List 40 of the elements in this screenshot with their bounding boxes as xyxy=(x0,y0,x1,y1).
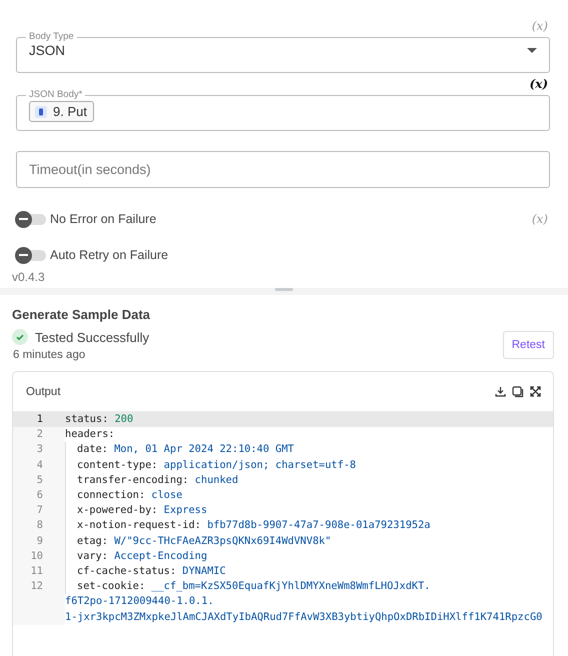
line-number: 7 xyxy=(13,503,65,518)
variable-toggle[interactable]: (x) xyxy=(529,77,548,91)
variable-chip[interactable]: 9. Put xyxy=(29,101,94,122)
step-icon xyxy=(35,106,47,118)
download-icon[interactable] xyxy=(495,386,506,397)
line-number: 8 xyxy=(13,518,65,534)
line-number: 12 xyxy=(13,579,65,594)
body-type-select[interactable]: Body Type JSON xyxy=(16,31,550,73)
field-label: Body Type xyxy=(28,31,75,43)
line-number: 6 xyxy=(13,488,65,504)
code-text: 1-jxr3kpcM3ZMxpkeJlAmCJAXdTyIbAQRud7FfAvW3XB3ybtiyQhpOxDRbIDiHXlff1K741RpzcG0 xyxy=(65,610,542,625)
code-text: f6T2po-1712009440-1.0.1. xyxy=(65,594,214,610)
line-number: 10 xyxy=(13,548,65,564)
check-circle-icon xyxy=(12,329,28,345)
line-number: 3 xyxy=(13,442,65,458)
timestamp: 6 minutes ago xyxy=(13,349,86,361)
resize-handle[interactable] xyxy=(275,288,293,291)
json-body-field[interactable]: JSON Body* 9. Put xyxy=(16,89,550,131)
line-number: 4 xyxy=(13,458,65,473)
toggle-label: Auto Retry on Failure xyxy=(50,248,170,262)
section-title: Generate Sample Data xyxy=(12,307,152,322)
version-label: v0.4.3 xyxy=(11,269,46,286)
expand-icon[interactable] xyxy=(530,386,541,397)
line-number: 1 xyxy=(13,412,65,428)
dropdown-caret-icon xyxy=(527,48,537,53)
panel-title: Output xyxy=(26,386,61,398)
retest-button[interactable]: Retest xyxy=(502,331,554,359)
select-value: JSON xyxy=(29,43,66,58)
toggle-switch[interactable] xyxy=(16,214,46,224)
toggle-switch[interactable] xyxy=(16,250,46,260)
toggle-label: No Error on Failure xyxy=(50,212,158,226)
timeout-input[interactable]: Timeout(in seconds) xyxy=(16,151,550,188)
line-number: 9 xyxy=(13,534,65,549)
code-text: status: 200 xyxy=(65,412,553,428)
copy-icon[interactable] xyxy=(512,386,524,398)
line-number: 5 xyxy=(13,472,65,488)
line-number: 2 xyxy=(13,427,65,442)
field-label: JSON Body* xyxy=(28,89,84,101)
status-text: Tested Successfully xyxy=(35,330,150,344)
line-number: 11 xyxy=(13,564,65,580)
